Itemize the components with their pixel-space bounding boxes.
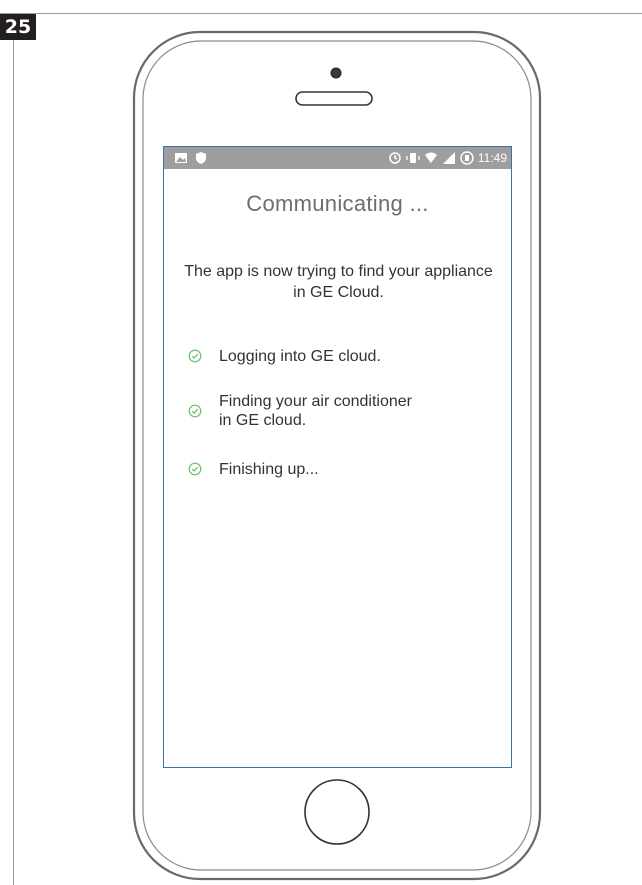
battery-icon (460, 151, 474, 165)
check-circle-icon (188, 349, 202, 363)
earpiece-speaker (295, 91, 373, 106)
check-circle-icon (188, 404, 202, 418)
sync-icon (389, 152, 401, 164)
step-label-line2: in GE cloud. (219, 412, 307, 429)
front-camera (330, 67, 342, 79)
phone-screen: 11:49 Communicating ... The app is now t… (163, 146, 512, 768)
vibrate-icon (406, 153, 420, 163)
status-message: The app is now trying to find your appli… (184, 263, 493, 301)
check-circle-icon (188, 462, 202, 476)
signal-icon (442, 152, 455, 164)
step-label: Finishing up... (219, 461, 319, 478)
status-bar: 11:49 (164, 147, 511, 169)
step-label-line1: Finding your air conditioner (219, 393, 412, 410)
home-button (304, 779, 370, 845)
step-label: Logging into GE cloud. (219, 348, 381, 365)
status-time: 11:49 (477, 151, 507, 165)
wifi-icon (424, 152, 437, 163)
shield-icon (196, 152, 206, 164)
image-icon (175, 153, 187, 163)
page-title: Communicating ... (246, 191, 429, 216)
